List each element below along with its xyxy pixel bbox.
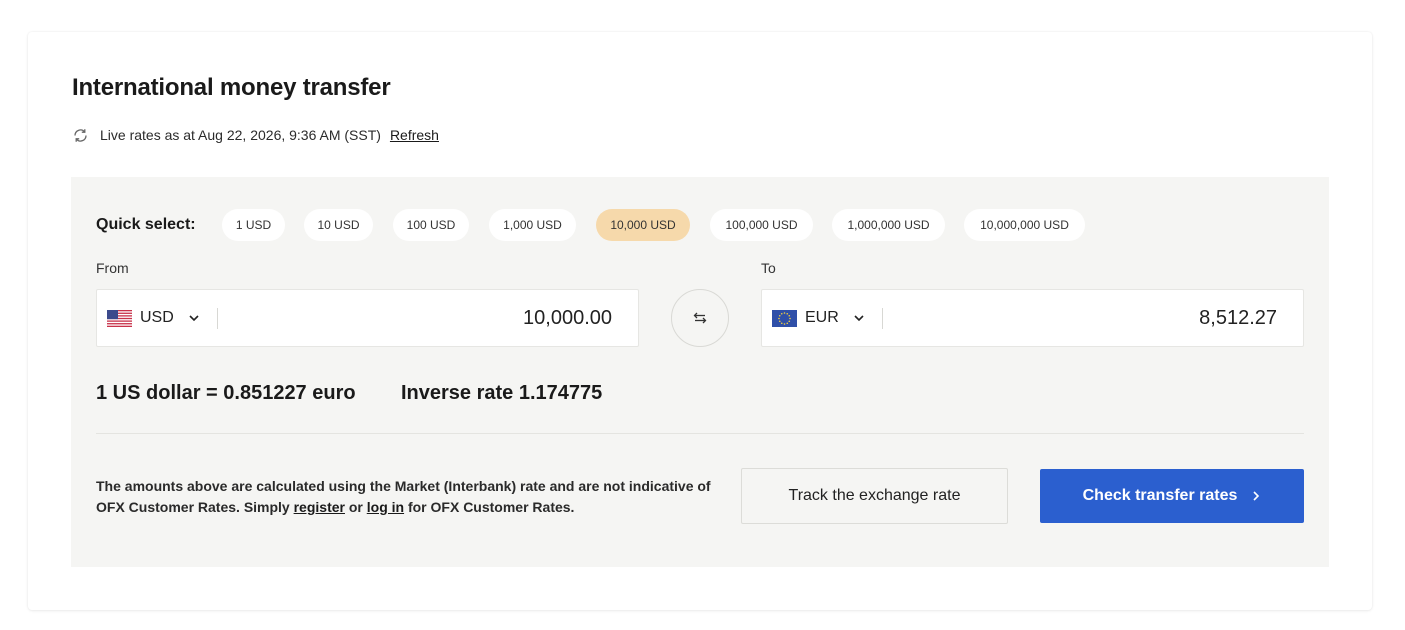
inverse-rate-text: Inverse rate 1.174775 (401, 382, 603, 404)
chevron-right-icon (1251, 490, 1261, 502)
live-rates-row: Live rates as at Aug 22, 2026, 9:36 AM (… (72, 125, 439, 145)
quick-select-chip[interactable]: 100,000 USD (710, 209, 813, 241)
swap-icon (693, 311, 707, 325)
refresh-icon (72, 127, 89, 144)
register-link[interactable]: register (294, 499, 345, 515)
check-transfer-rates-button[interactable]: Check transfer rates (1040, 469, 1304, 523)
disclaimer-part: for OFX Customer Rates. (404, 499, 575, 515)
quick-select-chip[interactable]: 10,000,000 USD (964, 209, 1085, 241)
quick-select-chip[interactable]: 1,000 USD (489, 209, 576, 241)
divider (882, 308, 883, 329)
eu-flag-icon (772, 309, 797, 327)
disclaimer-part: or (344, 499, 367, 515)
quick-select-label: Quick select: (96, 216, 196, 233)
to-amount-box: EUR (761, 289, 1304, 347)
track-exchange-rate-button[interactable]: Track the exchange rate (741, 468, 1008, 524)
check-transfer-rates-label: Check transfer rates (1082, 487, 1238, 504)
swap-button[interactable] (671, 289, 729, 347)
to-label: To (761, 260, 776, 276)
divider (217, 308, 218, 329)
login-link[interactable]: log in (367, 499, 404, 515)
quick-select-chip[interactable]: 100 USD (393, 209, 469, 241)
from-amount-box: USD (96, 289, 639, 347)
to-currency-select[interactable]: EUR (762, 290, 882, 346)
quick-select-chip[interactable]: 1 USD (222, 209, 285, 241)
disclaimer-text: The amounts above are calculated using t… (96, 476, 726, 518)
quick-select-chip[interactable]: 10 USD (304, 209, 373, 241)
live-rates-text: Live rates as at Aug 22, 2026, 9:36 AM (… (100, 127, 381, 143)
us-flag-icon (107, 309, 132, 327)
quick-select-chip[interactable]: 1,000,000 USD (832, 209, 945, 241)
chevron-down-icon (853, 312, 865, 324)
chevron-down-icon (188, 312, 200, 324)
from-amount-input[interactable] (232, 290, 612, 346)
page-title: International money transfer (72, 74, 391, 101)
to-amount-input[interactable] (897, 290, 1277, 346)
to-currency-code: EUR (805, 309, 839, 326)
divider (96, 433, 1304, 434)
quick-select-chip-selected[interactable]: 10,000 USD (596, 209, 690, 241)
refresh-link[interactable]: Refresh (390, 127, 439, 143)
from-label: From (96, 260, 129, 276)
from-currency-select[interactable]: USD (97, 290, 217, 346)
from-currency-code: USD (140, 309, 174, 326)
exchange-rate-text: 1 US dollar = 0.851227 euro (96, 382, 356, 404)
